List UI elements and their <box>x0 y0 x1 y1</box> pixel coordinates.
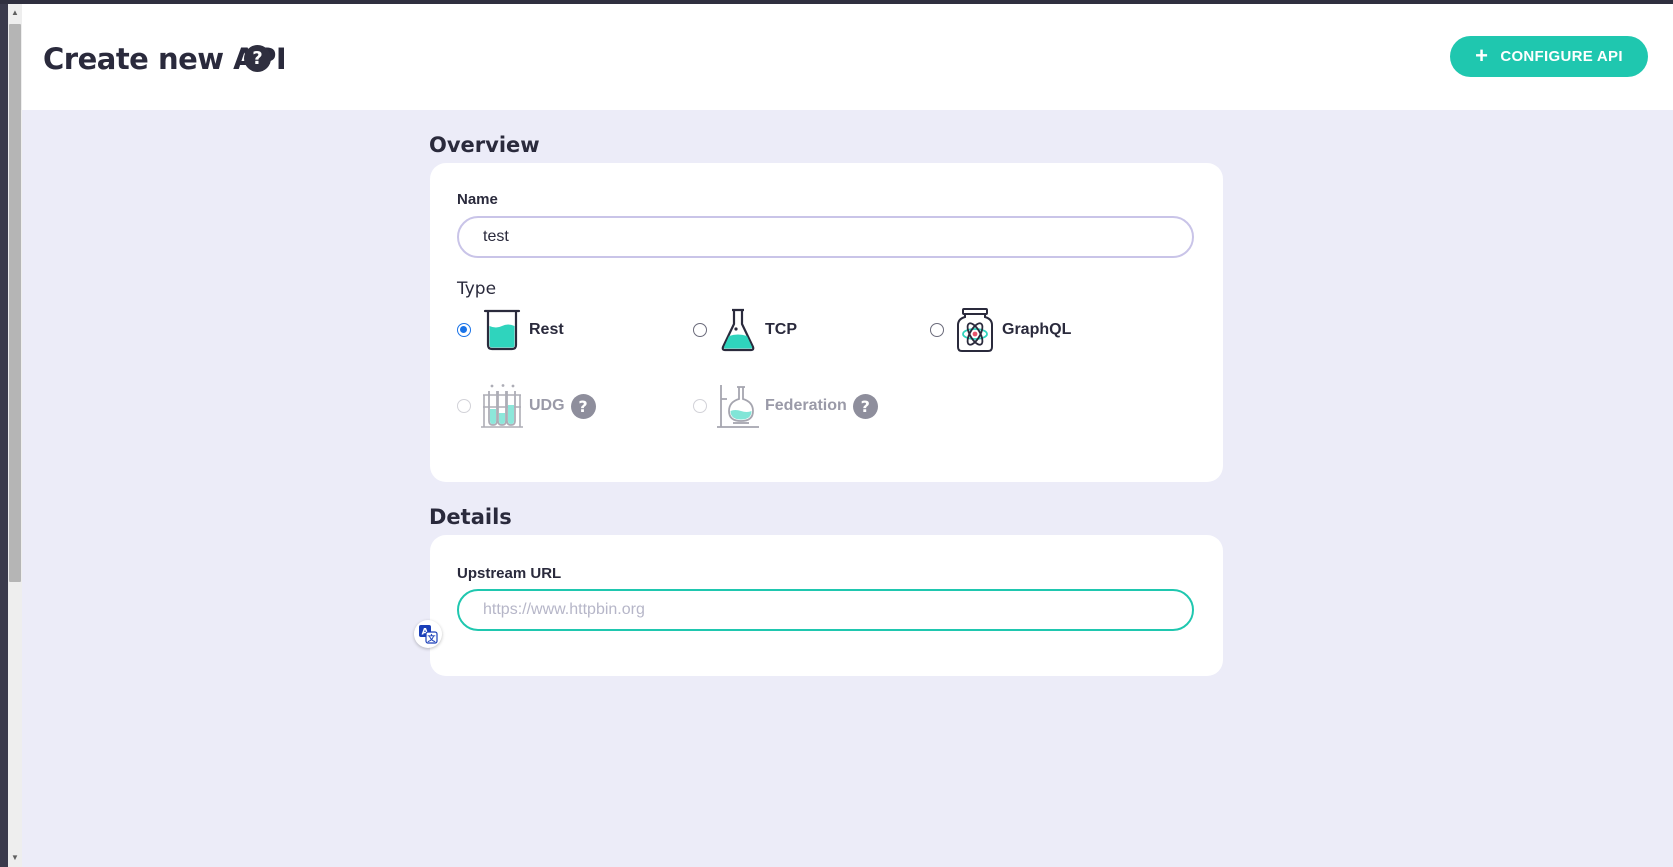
flask-icon <box>721 308 755 352</box>
udg-help-icon[interactable]: ? <box>570 393 596 419</box>
translate-icon[interactable]: A 文 <box>414 620 442 648</box>
details-section-title: Details <box>429 505 512 529</box>
upstream-url-input[interactable] <box>457 589 1194 631</box>
help-icon[interactable]: ? <box>244 45 271 72</box>
radio-tcp[interactable] <box>693 323 707 337</box>
beaker-icon <box>483 309 521 351</box>
type-option-rest[interactable]: Rest <box>457 307 564 353</box>
type-option-udg[interactable]: UDG ? <box>457 383 596 429</box>
scroll-up-arrow-icon[interactable]: ▲ <box>8 6 22 20</box>
radio-udg[interactable] <box>457 399 471 413</box>
scroll-down-arrow-icon[interactable]: ▼ <box>8 851 22 865</box>
type-label-graphql: GraphQL <box>1002 321 1072 338</box>
type-label: Type <box>457 279 497 299</box>
configure-api-label: CONFIGURE API <box>1500 48 1623 65</box>
type-option-federation[interactable]: Federation ? <box>693 383 878 429</box>
upstream-url-label: Upstream URL <box>457 565 562 582</box>
type-label-federation: Federation <box>765 397 847 414</box>
overview-card: Name Type Rest TCP GraphQL <box>430 163 1223 482</box>
federation-help-icon[interactable]: ? <box>852 393 878 419</box>
test-tubes-icon <box>481 384 523 428</box>
type-option-tcp[interactable]: TCP <box>693 307 797 353</box>
radio-federation[interactable] <box>693 399 707 413</box>
scroll-thumb[interactable] <box>9 24 21 582</box>
page-header: Create new API ? + CONFIGURE API <box>22 4 1673 110</box>
type-label-rest: Rest <box>529 321 564 338</box>
overview-section-title: Overview <box>429 133 540 157</box>
type-option-graphql[interactable]: GraphQL <box>930 307 1071 353</box>
radio-rest[interactable] <box>457 323 471 337</box>
distillation-flask-icon <box>717 385 759 428</box>
details-card: Upstream URL <box>430 535 1223 676</box>
type-label-udg: UDG <box>529 397 565 414</box>
window-left-border <box>0 4 8 867</box>
atom-jar-icon <box>957 308 993 352</box>
name-label: Name <box>457 191 498 208</box>
name-input[interactable] <box>457 216 1194 258</box>
vertical-scrollbar[interactable]: ▲ ▼ <box>8 4 22 867</box>
svg-text:文: 文 <box>428 633 437 643</box>
type-label-tcp: TCP <box>765 321 797 338</box>
radio-graphql[interactable] <box>930 323 944 337</box>
configure-api-button[interactable]: + CONFIGURE API <box>1450 36 1648 77</box>
plus-icon: + <box>1475 42 1489 68</box>
